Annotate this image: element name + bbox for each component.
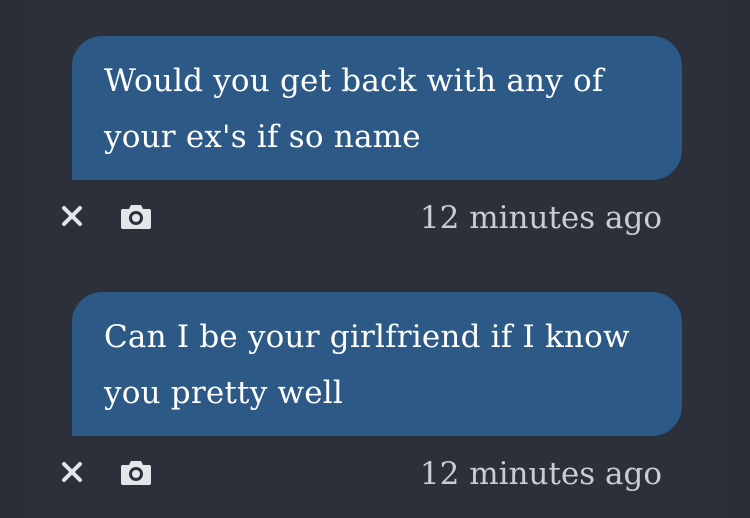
close-icon xyxy=(62,206,82,226)
camera-icon xyxy=(121,205,151,229)
delete-button[interactable] xyxy=(55,455,89,489)
delete-button[interactable] xyxy=(55,199,89,233)
message-text: Can I be your girlfriend if I know you p… xyxy=(104,319,630,411)
photo-reply-button[interactable] xyxy=(119,199,153,233)
message-thread: Would you get back with any of your ex's… xyxy=(24,0,726,518)
message-bubble-tail xyxy=(50,396,90,436)
message-text: Would you get back with any of your ex's… xyxy=(104,63,604,155)
close-icon xyxy=(62,462,82,482)
message-bubble: Can I be your girlfriend if I know you p… xyxy=(72,292,682,436)
photo-reply-button[interactable] xyxy=(119,455,153,489)
message-timestamp: 12 minutes ago xyxy=(419,200,662,236)
message-timestamp: 12 minutes ago xyxy=(419,456,662,492)
camera-icon xyxy=(121,461,151,485)
message-actions: 12 minutes ago xyxy=(24,199,726,241)
message-bubble: Would you get back with any of your ex's… xyxy=(72,36,682,180)
message-actions: 12 minutes ago xyxy=(24,455,726,497)
message-bubble-tail xyxy=(50,140,90,180)
